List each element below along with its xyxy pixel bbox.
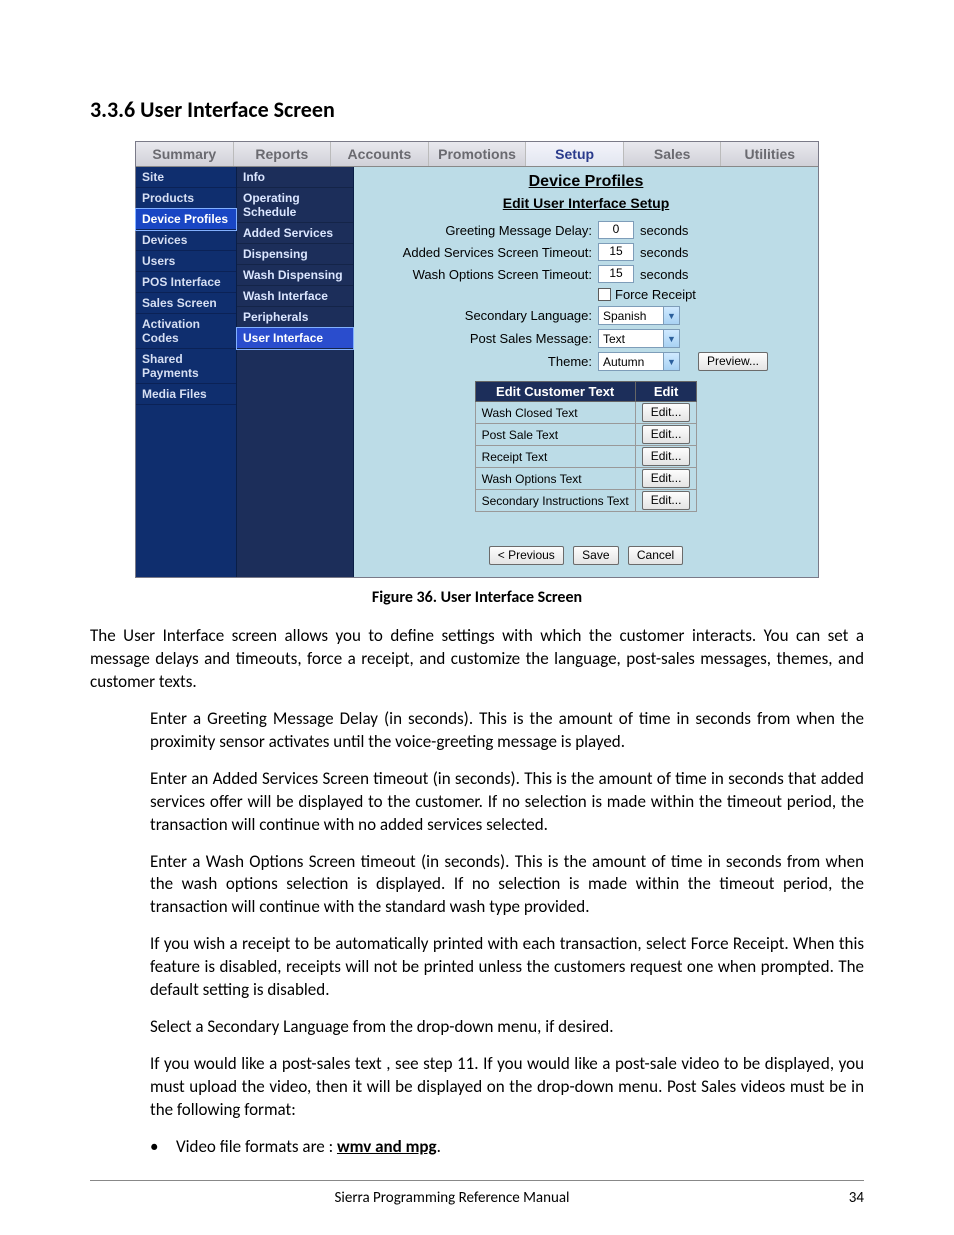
paragraph: Enter a Greeting Message Delay (in secon… [150, 708, 864, 754]
input-added-timeout[interactable]: 15 [598, 243, 634, 261]
unit-seconds: seconds [640, 267, 688, 282]
footer-divider [90, 1180, 864, 1181]
edit-button[interactable]: Edit... [642, 403, 691, 422]
figure-caption: Figure 36. User Interface Screen [90, 588, 864, 607]
main-panel: Device Profiles Edit User Interface Setu… [354, 167, 818, 577]
tab-utilities[interactable]: Utilities [720, 142, 818, 166]
bullet-icon: • [150, 1136, 176, 1157]
subnav-user-interface[interactable]: User Interface [237, 328, 353, 349]
footer-title: Sierra Programming Reference Manual [90, 1189, 814, 1207]
paragraph: Select a Secondary Language from the dro… [150, 1016, 864, 1039]
tab-setup[interactable]: Setup [525, 142, 623, 166]
save-button[interactable]: Save [573, 546, 618, 565]
select-post-sales[interactable]: Text ▼ [598, 329, 680, 348]
preview-button[interactable]: Preview... [698, 352, 768, 371]
subnav-added-services[interactable]: Added Services [237, 223, 353, 244]
label-added-timeout: Added Services Screen Timeout: [362, 245, 598, 260]
edit-button[interactable]: Edit... [642, 425, 691, 444]
edit-button[interactable]: Edit... [642, 469, 691, 488]
subnav-wash-interface[interactable]: Wash Interface [237, 286, 353, 307]
checkbox-force-receipt[interactable] [598, 288, 611, 301]
sub-nav: Info Operating Schedule Added Services D… [237, 167, 354, 577]
paragraph: The User Interface screen allows you to … [90, 625, 864, 694]
previous-button[interactable]: < Previous [489, 546, 564, 565]
label-post-sales: Post Sales Message: [362, 331, 598, 346]
chevron-down-icon: ▼ [663, 330, 679, 347]
unit-seconds: seconds [640, 223, 688, 238]
customer-text-table: Edit Customer Text Edit Wash Closed Text… [475, 381, 698, 512]
cancel-button[interactable]: Cancel [628, 546, 683, 565]
main-title: Device Profiles [362, 173, 810, 191]
table-row: Post Sale TextEdit... [475, 424, 697, 446]
section-heading: 3.3.6 User Interface Screen [90, 96, 864, 123]
nav-sales-screen[interactable]: Sales Screen [136, 293, 236, 314]
chevron-down-icon: ▼ [663, 307, 679, 324]
nav-products[interactable]: Products [136, 188, 236, 209]
input-greeting-delay[interactable]: 0 [598, 221, 634, 239]
bullet-text: Video file formats are : [176, 1136, 337, 1157]
label-secondary-language: Secondary Language: [362, 308, 598, 323]
paragraph: If you wish a receipt to be automaticall… [150, 933, 864, 1002]
col-edit: Edit [635, 382, 697, 402]
paragraph: Enter a Wash Options Screen timeout (in … [150, 851, 864, 920]
footer-page-number: 34 [814, 1189, 864, 1207]
tab-sales[interactable]: Sales [623, 142, 721, 166]
nav-device-profiles[interactable]: Device Profiles [136, 209, 236, 230]
subnav-peripherals[interactable]: Peripherals [237, 307, 353, 328]
nav-shared-payments[interactable]: Shared Payments [136, 349, 236, 384]
nav-site[interactable]: Site [136, 167, 236, 188]
screenshot-window: Summary Reports Accounts Promotions Setu… [135, 141, 819, 578]
nav-devices[interactable]: Devices [136, 230, 236, 251]
paragraph: If you would like a post-sales text , se… [150, 1053, 864, 1122]
chevron-down-icon: ▼ [663, 353, 679, 370]
nav-users[interactable]: Users [136, 251, 236, 272]
tab-bar: Summary Reports Accounts Promotions Setu… [136, 142, 818, 167]
select-theme[interactable]: Autumn ▼ [598, 352, 680, 371]
nav-activation-codes[interactable]: Activation Codes [136, 314, 236, 349]
input-wash-timeout[interactable]: 15 [598, 265, 634, 283]
table-row: Wash Closed TextEdit... [475, 402, 697, 424]
subnav-wash-dispensing[interactable]: Wash Dispensing [237, 265, 353, 286]
main-subtitle: Edit User Interface Setup [362, 195, 810, 211]
label-theme: Theme: [362, 354, 598, 369]
subnav-operating-schedule[interactable]: Operating Schedule [237, 188, 353, 223]
nav-media-files[interactable]: Media Files [136, 384, 236, 405]
edit-button[interactable]: Edit... [642, 491, 691, 510]
unit-seconds: seconds [640, 245, 688, 260]
tab-accounts[interactable]: Accounts [330, 142, 428, 166]
label-greeting-delay: Greeting Message Delay: [362, 223, 598, 238]
table-row: Secondary Instructions TextEdit... [475, 490, 697, 512]
col-edit-customer-text: Edit Customer Text [475, 382, 635, 402]
tab-promotions[interactable]: Promotions [428, 142, 526, 166]
tab-reports[interactable]: Reports [233, 142, 331, 166]
select-secondary-language[interactable]: Spanish ▼ [598, 306, 680, 325]
label-wash-timeout: Wash Options Screen Timeout: [362, 267, 598, 282]
label-force-receipt: Force Receipt [615, 287, 696, 302]
paragraph: Enter an Added Services Screen timeout (… [150, 768, 864, 837]
bullet-item: • Video file formats are : wmv and mpg. [150, 1136, 864, 1157]
subnav-info[interactable]: Info [237, 167, 353, 188]
subnav-dispensing[interactable]: Dispensing [237, 244, 353, 265]
tab-summary[interactable]: Summary [136, 142, 233, 166]
bullet-bold: wmv and mpg [337, 1136, 437, 1157]
table-row: Wash Options TextEdit... [475, 468, 697, 490]
edit-button[interactable]: Edit... [642, 447, 691, 466]
nav-pos-interface[interactable]: POS Interface [136, 272, 236, 293]
table-row: Receipt TextEdit... [475, 446, 697, 468]
left-nav: Site Products Device Profiles Devices Us… [136, 167, 237, 577]
